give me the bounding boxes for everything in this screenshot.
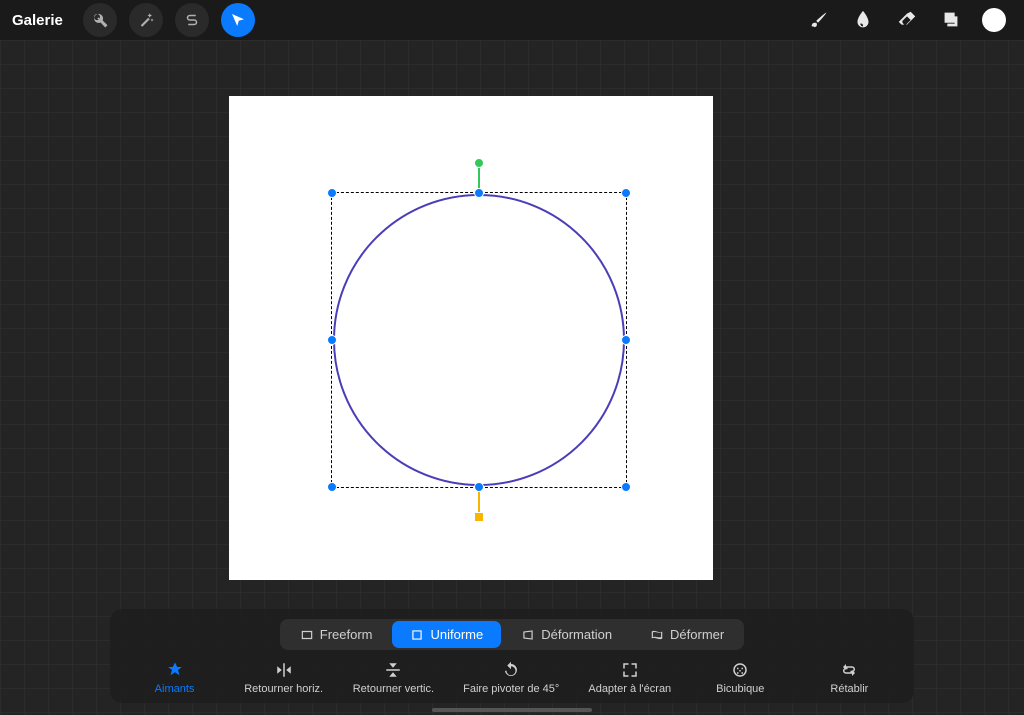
flip-vertical-icon	[384, 661, 402, 679]
transform-button[interactable]	[221, 3, 255, 37]
mode-warp-label: Déformer	[670, 627, 724, 642]
selection-s-icon	[183, 11, 201, 29]
handle-bottom-right[interactable]	[621, 482, 631, 492]
action-flip-v-label: Retourner vertic.	[353, 683, 434, 695]
flip-horizontal-icon	[275, 661, 293, 679]
eraser-icon	[896, 9, 918, 31]
transform-actions-row: Aimants Retourner horiz. Retourner verti…	[110, 656, 914, 703]
handle-middle-right[interactable]	[621, 335, 631, 345]
top-right-group	[806, 7, 1012, 33]
action-flip-vertical[interactable]: Retourner vertic.	[353, 661, 434, 695]
action-interpolation[interactable]: Bicubique	[700, 661, 780, 695]
mode-uniform[interactable]: Uniforme	[392, 621, 501, 648]
smudge-button[interactable]	[850, 7, 876, 33]
action-rotate-label: Faire pivoter de 45°	[463, 683, 559, 695]
action-flip-h-label: Retourner horiz.	[244, 683, 323, 695]
layers-icon	[940, 9, 962, 31]
mode-uniform-label: Uniforme	[430, 627, 483, 642]
mode-freeform-label: Freeform	[320, 627, 373, 642]
interpolation-icon	[731, 661, 749, 679]
mode-freeform[interactable]: Freeform	[282, 621, 391, 648]
home-indicator	[432, 708, 592, 712]
mode-distort-label: Déformation	[541, 627, 612, 642]
action-flip-horizontal[interactable]: Retourner horiz.	[244, 661, 324, 695]
handle-bottom-center[interactable]	[474, 482, 484, 492]
gallery-button[interactable]: Galerie	[12, 12, 63, 29]
rotate-icon	[502, 661, 520, 679]
handle-middle-left[interactable]	[327, 335, 337, 345]
top-toolbar: Galerie	[0, 0, 1024, 40]
selection-button[interactable]	[175, 3, 209, 37]
adjustments-button[interactable]	[129, 3, 163, 37]
brush-icon	[808, 9, 830, 31]
handle-top-right[interactable]	[621, 188, 631, 198]
wand-icon	[137, 11, 155, 29]
canvas[interactable]	[229, 96, 713, 580]
magnet-icon	[166, 661, 184, 679]
transform-panel: Freeform Uniforme Déformation Déformer	[110, 609, 914, 703]
warp-icon	[650, 628, 664, 642]
top-left-group: Galerie	[12, 3, 259, 37]
transform-mode-segmented: Freeform Uniforme Déformation Déformer	[280, 619, 744, 650]
canvas-area[interactable]: Freeform Uniforme Déformation Déformer	[0, 40, 1024, 715]
selection-bounding-box[interactable]	[331, 192, 627, 488]
freeform-icon	[300, 628, 314, 642]
wrench-icon	[91, 11, 109, 29]
actions-button[interactable]	[83, 3, 117, 37]
cursor-arrow-icon	[229, 11, 247, 29]
smudge-icon	[852, 9, 874, 31]
action-reset-label: Rétablir	[830, 683, 868, 695]
action-rotate-45[interactable]: Faire pivoter de 45°	[463, 661, 559, 695]
handle-top-left[interactable]	[327, 188, 337, 198]
distort-icon	[521, 628, 535, 642]
rotation-handle-top[interactable]	[474, 158, 484, 168]
action-magnetics-label: Aimants	[155, 683, 195, 695]
mode-warp[interactable]: Déformer	[632, 621, 742, 648]
action-fit-label: Adapter à l'écran	[588, 683, 671, 695]
action-interp-label: Bicubique	[716, 683, 764, 695]
handle-bottom-left[interactable]	[327, 482, 337, 492]
layers-button[interactable]	[938, 7, 964, 33]
transform-mode-row: Freeform Uniforme Déformation Déformer	[110, 609, 914, 656]
action-reset[interactable]: Rétablir	[809, 661, 889, 695]
eraser-button[interactable]	[894, 7, 920, 33]
reset-icon	[840, 661, 858, 679]
mode-distort[interactable]: Déformation	[503, 621, 630, 648]
anchor-handle-bottom[interactable]	[474, 512, 484, 522]
fit-screen-icon	[621, 661, 639, 679]
uniform-icon	[410, 628, 424, 642]
action-magnetics[interactable]: Aimants	[135, 661, 215, 695]
color-picker-button[interactable]	[982, 8, 1006, 32]
brush-button[interactable]	[806, 7, 832, 33]
action-fit-screen[interactable]: Adapter à l'écran	[588, 661, 671, 695]
handle-top-center[interactable]	[474, 188, 484, 198]
